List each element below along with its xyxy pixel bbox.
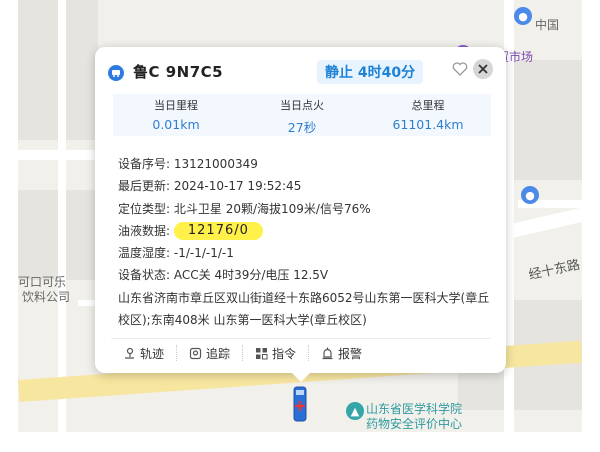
updated-row: 最后更新: 2024-10-17 19:52:45	[118, 175, 493, 197]
info-label: 油液数据:	[118, 223, 171, 238]
map-pin-icon[interactable]: ●	[521, 186, 539, 204]
stat-label: 总里程	[411, 99, 445, 112]
close-button[interactable]	[473, 59, 493, 79]
vehicle-icon	[108, 65, 124, 81]
command-icon	[256, 347, 268, 359]
info-label: 最后更新:	[118, 179, 171, 194]
info-label: 设备状态:	[118, 268, 171, 283]
info-label: 设备序号:	[118, 157, 171, 171]
close-icon	[478, 64, 488, 74]
temp-row: 温度湿度: -1/-1/-1/-1	[118, 242, 493, 264]
command-button[interactable]: 指令	[243, 345, 310, 361]
map-label-cola-2: 饮料公司	[22, 290, 71, 304]
alarm-button[interactable]: 报警	[309, 345, 374, 361]
alarm-label: 报警	[338, 346, 363, 361]
vehicle-info-popup: 鲁C 9N7C5 静止 4时40分 当日里程 0.01km 当日点火 27秒 总…	[95, 47, 506, 382]
track-icon	[125, 347, 134, 359]
alarm-icon	[322, 347, 333, 359]
stat-value: 0.01km	[152, 117, 200, 132]
favorite-heart-icon[interactable]	[451, 60, 469, 78]
map-pin-icon[interactable]: ●	[514, 7, 532, 25]
map-label-zhongguo: 中国	[535, 18, 560, 32]
track-label: 轨迹	[140, 346, 165, 361]
stat-label: 当日里程	[154, 99, 198, 112]
map-label-road: 经十东路	[527, 257, 582, 284]
status-badge: 静止 4时40分	[317, 60, 424, 84]
device-info: 设备序号: 13121000349 最后更新: 2024-10-17 19:52…	[118, 153, 493, 331]
stats-panel: 当日里程 0.01km 当日点火 27秒 总里程 61101.4km	[113, 94, 491, 136]
action-bar: 轨迹 追踪 指令 报警	[111, 338, 491, 367]
address-text: 山东省济南市章丘区双山街道经十东路6052号山东第一医科大学(章丘校区);东南4…	[118, 290, 490, 328]
follow-icon	[189, 347, 202, 359]
device-status-value: ACC关 4时39分/电压 12.5V	[173, 268, 329, 283]
temp-value: -1/-1/-1/-1	[173, 246, 234, 261]
device-status-row: 设备状态: ACC关 4时39分/电压 12.5V	[118, 264, 493, 286]
vehicle-marker-icon[interactable]	[293, 386, 307, 422]
command-label: 指令	[272, 346, 297, 361]
fuel-value: 12176/0	[173, 222, 263, 241]
map-label-school-2: 药物安全评价中心	[366, 417, 463, 431]
track-button[interactable]: 轨迹	[111, 345, 178, 361]
device-id-row: 设备序号: 13121000349	[118, 153, 493, 175]
vehicle-plate: 鲁C 9N7C5	[133, 63, 224, 81]
stat-daily-ignition: 当日点火 27秒	[239, 94, 365, 136]
stat-value: 61101.4km	[392, 117, 464, 132]
follow-button[interactable]: 追踪	[177, 345, 244, 361]
education-icon[interactable]: ▲	[346, 402, 364, 420]
device-id-value: 13121000349	[173, 157, 258, 171]
info-label: 温度湿度:	[118, 246, 171, 261]
follow-label: 追踪	[206, 346, 231, 361]
info-label: 定位类型:	[118, 201, 171, 216]
stat-value: 27秒	[287, 120, 317, 135]
positioning-value: 北斗卫星 20颗/海拔109米/信号76%	[173, 201, 371, 216]
stat-total-mileage: 总里程 61101.4km	[365, 94, 491, 136]
stat-label: 当日点火	[280, 99, 324, 112]
fuel-row: 油液数据: 12176/0	[118, 220, 493, 242]
updated-value: 2024-10-17 19:52:45	[173, 179, 302, 194]
stat-daily-mileage: 当日里程 0.01km	[113, 94, 239, 136]
positioning-row: 定位类型: 北斗卫星 20颗/海拔109米/信号76%	[118, 198, 493, 220]
